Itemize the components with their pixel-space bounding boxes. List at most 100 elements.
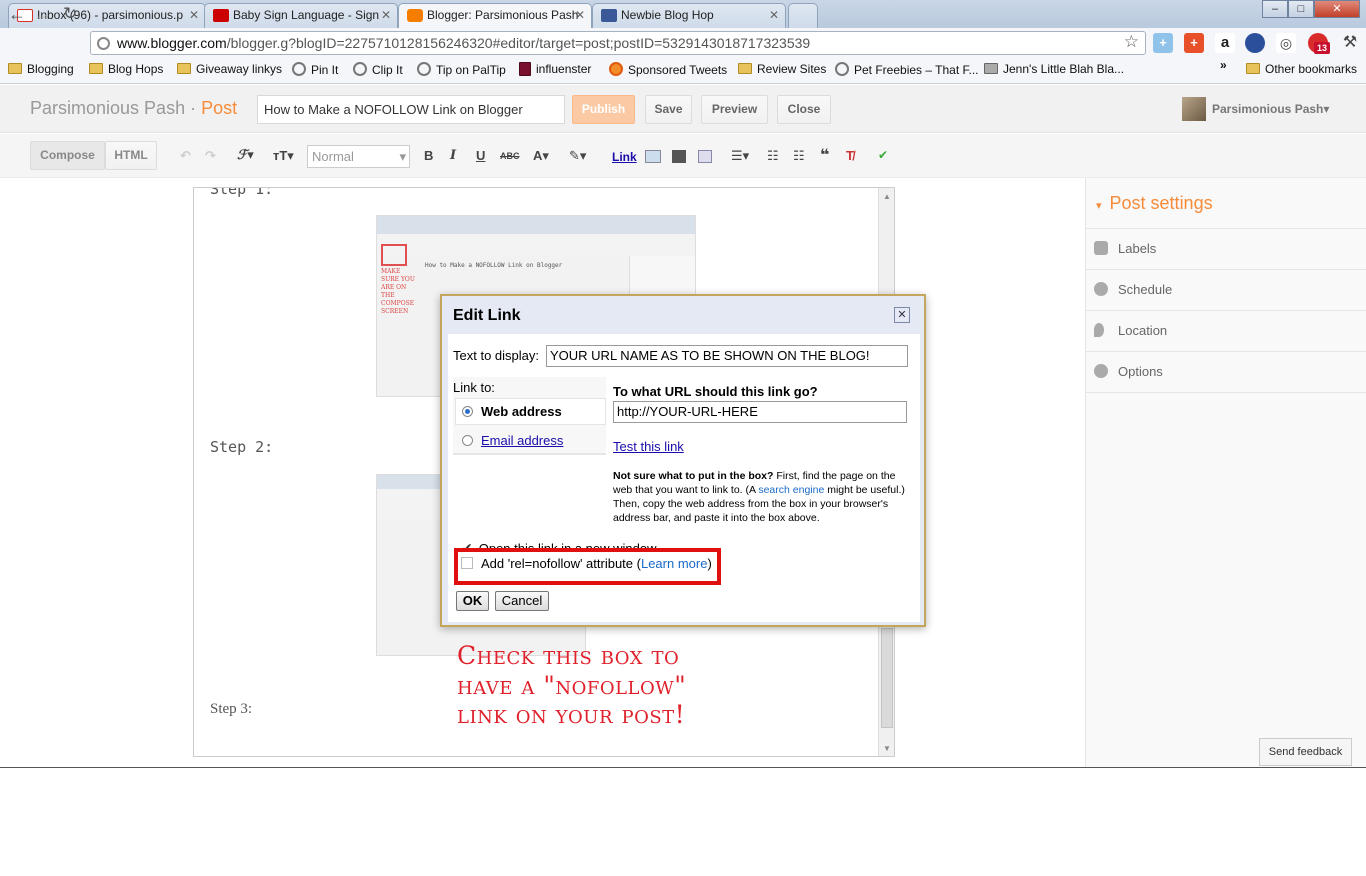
email-address-label[interactable]: Email address [481, 433, 563, 448]
bookmarks-overflow-chevron[interactable]: » [1220, 58, 1227, 72]
window-close-button[interactable]: ✕ [1314, 0, 1360, 18]
preview-button[interactable]: Preview [701, 95, 768, 124]
sidebar-item-schedule[interactable]: Schedule [1094, 282, 1172, 297]
scroll-up-icon[interactable]: ▲ [883, 192, 891, 201]
bookmark-review-sites[interactable]: Review Sites [738, 62, 826, 76]
tab-newbie-blog-hop[interactable]: Newbie Blog Hop ✕ [592, 3, 786, 28]
bookmark-jenns-blah[interactable]: Jenn's Little Blah Bla... [984, 62, 1124, 76]
tab-blogger[interactable]: Blogger: Parsimonious Pash ✕ [398, 3, 592, 28]
bookmark-pet-freebies[interactable]: Pet Freebies – That F... [835, 62, 979, 77]
scroll-down-icon[interactable]: ▼ [883, 744, 891, 753]
bookmark-pin-it[interactable]: Pin It [292, 62, 338, 77]
paragraph-format-select[interactable]: Normal ▾ [307, 145, 410, 168]
bookmark-label: Jenn's Little Blah Bla... [1003, 62, 1125, 76]
post-title-input[interactable]: How to Make a NOFOLLOW Link on Blogger [257, 95, 565, 124]
quote-icon[interactable]: ❝ [820, 145, 829, 165]
url-input[interactable]: http://YOUR-URL-HERE [613, 401, 907, 423]
new-tab-button[interactable] [788, 3, 818, 28]
back-icon[interactable]: ← [8, 4, 26, 25]
bookmark-sponsored-tweets[interactable]: Sponsored Tweets [609, 62, 727, 77]
html-tab[interactable]: HTML [105, 141, 157, 170]
cancel-button[interactable]: Cancel [495, 591, 549, 611]
bookmark-influenster[interactable]: influenster [519, 62, 591, 76]
reload-icon[interactable]: ↻ [63, 4, 77, 24]
sidebar-item-location[interactable]: Location [1094, 323, 1167, 338]
bookmark-clip-it[interactable]: Clip It [353, 62, 403, 77]
help-bold: Not sure what to put in the box? [613, 470, 774, 482]
undo-icon[interactable]: ↶ [180, 148, 191, 164]
blogger-icon [407, 9, 423, 22]
link-button[interactable]: Link [612, 150, 637, 164]
bookmark-label: Sponsored Tweets [628, 63, 728, 77]
plus-extension-icon[interactable]: + [1153, 33, 1173, 53]
save-button[interactable]: Save [645, 95, 692, 124]
bookmark-label: Clip It [372, 63, 403, 77]
maximize-button[interactable]: □ [1288, 0, 1314, 18]
open-new-window-option[interactable]: ✔ Open this link in a new window [461, 535, 657, 549]
tab-baby-sign[interactable]: Baby Sign Language - Sign ✕ [204, 3, 398, 28]
add-extension-icon[interactable]: + [1184, 33, 1204, 53]
spellcheck-icon[interactable]: ✔ [878, 148, 888, 162]
bookmark-blogging[interactable]: Blogging [8, 62, 74, 76]
post-settings-sidebar [1085, 178, 1366, 767]
folder-icon [89, 63, 103, 74]
close-icon[interactable]: ✕ [189, 8, 199, 22]
minimize-button[interactable]: – [1262, 0, 1288, 18]
test-link[interactable]: Test this link [613, 439, 684, 454]
avatar[interactable] [1182, 97, 1206, 121]
image-icon[interactable] [645, 150, 661, 163]
bookmark-giveaway-linkys[interactable]: Giveaway linkys [177, 62, 282, 76]
remove-formatting-icon[interactable]: T̸ [846, 148, 854, 163]
email-address-radio[interactable]: Email address [462, 433, 563, 448]
bulleted-list-icon[interactable]: ☷ [793, 148, 805, 164]
close-icon[interactable]: ✕ [381, 8, 391, 22]
font-family-icon[interactable]: ℱ▾ [237, 148, 254, 163]
dialog-close-icon[interactable]: ✕ [894, 307, 910, 323]
ok-button[interactable]: OK [456, 591, 489, 611]
font-size-icon[interactable]: тT▾ [273, 148, 294, 164]
text-color-icon[interactable]: A▾ [533, 148, 549, 164]
forward-icon[interactable]: → [34, 4, 52, 25]
bookmark-label: Blogging [27, 62, 74, 76]
wrench-icon[interactable]: ⚒ [1340, 33, 1360, 53]
video-icon[interactable] [672, 150, 686, 163]
bookmark-blog-hops[interactable]: Blog Hops [89, 62, 163, 76]
numbered-list-icon[interactable]: ☷ [767, 148, 779, 164]
text-to-display-input[interactable]: YOUR URL NAME AS TO BE SHOWN ON THE BLOG… [546, 345, 908, 367]
bookmark-paltip[interactable]: Tip on PalTip [417, 62, 506, 77]
underline-icon[interactable]: U [476, 148, 485, 163]
post-settings-title: ▾ Post settings [1096, 193, 1213, 214]
scrollbar-thumb[interactable] [881, 628, 893, 728]
notification-icon[interactable]: 13 [1308, 33, 1330, 54]
rss-icon[interactable]: ◎ [1276, 33, 1296, 53]
amazon-icon[interactable]: a [1215, 33, 1235, 53]
star-icon[interactable]: ☆ [1124, 31, 1139, 53]
strikethrough-icon[interactable]: ABC [500, 151, 520, 161]
bold-icon[interactable]: B [424, 148, 433, 163]
close-icon[interactable]: ✕ [769, 8, 779, 22]
jump-break-icon[interactable] [698, 150, 712, 163]
address-bar[interactable]: www.blogger.com/blogger.g?blogID=2275710… [90, 31, 1146, 55]
web-address-radio[interactable]: Web address [462, 404, 562, 419]
highlight-icon[interactable]: ✎▾ [569, 148, 586, 164]
send-feedback-button[interactable]: Send feedback [1259, 738, 1352, 766]
location-pin-icon [1094, 323, 1104, 337]
close-button[interactable]: Close [777, 95, 831, 124]
close-icon[interactable]: ✕ [575, 8, 585, 22]
format-value: Normal [312, 149, 354, 164]
search-engine-link[interactable]: search engine [758, 484, 824, 496]
bookmark-label: Other bookmarks [1265, 62, 1358, 76]
bookmark-other[interactable]: Other bookmarks [1246, 62, 1357, 76]
extension-icon[interactable] [1245, 33, 1265, 53]
sidebar-item-labels[interactable]: Labels [1094, 241, 1156, 256]
sidebar-item-label: Labels [1118, 241, 1157, 256]
redo-icon[interactable]: ↷ [205, 148, 216, 164]
compose-tab[interactable]: Compose [30, 141, 105, 170]
user-menu[interactable]: Parsimonious Pash▾ [1212, 102, 1329, 116]
sidebar-item-label: Location [1118, 323, 1168, 338]
blog-name[interactable]: Parsimonious Pash [30, 98, 185, 118]
publish-button[interactable]: Publish [572, 95, 635, 124]
sidebar-item-options[interactable]: Options [1094, 364, 1163, 379]
italic-icon[interactable]: I [450, 148, 456, 163]
align-icon[interactable]: ☰▾ [731, 148, 749, 164]
